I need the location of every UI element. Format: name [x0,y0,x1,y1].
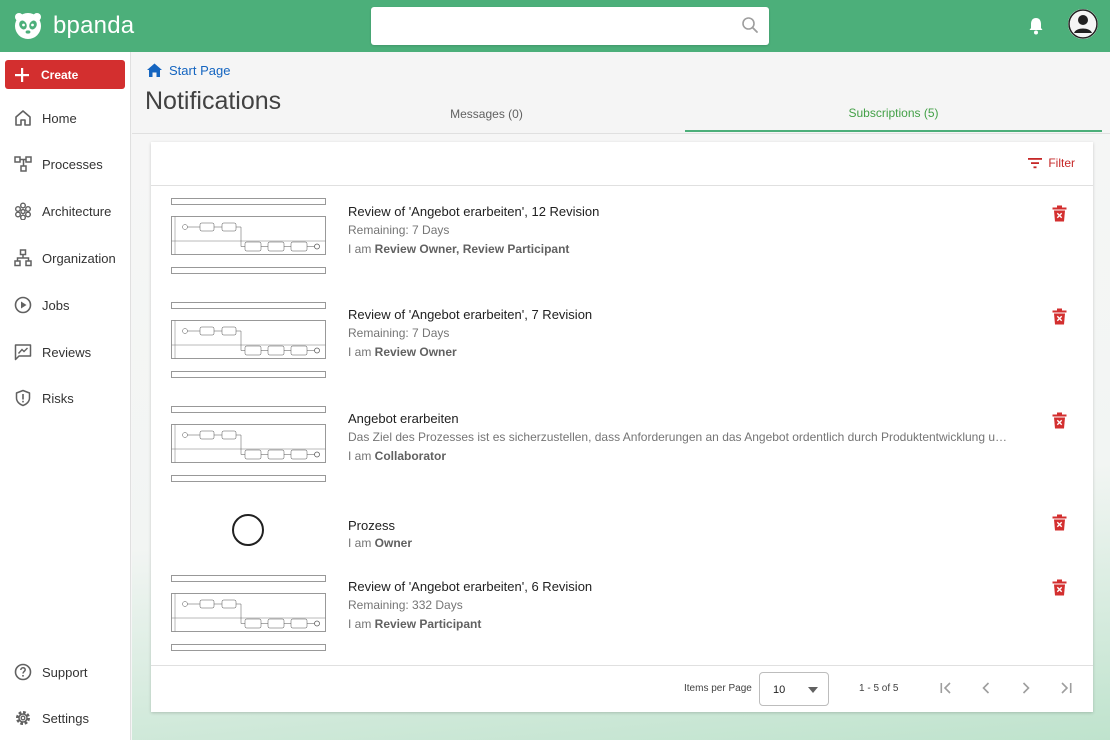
reviews-icon [14,344,32,361]
filter-icon [1028,158,1043,169]
role-names: Review Participant [374,617,482,631]
tab-messages[interactable]: Messages (0) [288,96,685,132]
empty-process-thumbnail [232,514,264,546]
risks-icon [15,389,31,407]
delete-icon[interactable] [1052,205,1067,222]
sidebar-item-label: Support [42,664,88,680]
sidebar-item-label: Architecture [42,203,112,219]
sidebar: Create Home Processes Architecture Organ… [0,52,131,740]
role-names: Review Owner [374,345,457,359]
sidebar-item-label: Jobs [42,297,70,313]
panda-logo-icon [15,13,41,39]
sidebar-item-label: Settings [42,710,89,726]
filter-button[interactable]: Filter [1028,156,1075,170]
home-icon [15,110,31,126]
items-per-page-label: Items per Page [684,683,752,694]
sidebar-item-reviews[interactable]: Reviews [0,337,130,367]
sidebar-item-jobs[interactable]: Jobs [0,290,130,320]
notification-title[interactable]: Review of 'Angebot erarbeiten', 7 Revisi… [348,307,1013,322]
role-names: Collaborator [374,449,447,463]
notifications-bell-icon[interactable] [1027,16,1045,36]
notifications-card: Filter Review of 'Angebot erarbeiten', 1… [151,142,1093,712]
notification-role: I am Collaborator [348,449,447,463]
delete-icon[interactable] [1052,579,1067,596]
notification-role: I am Review Owner [348,345,457,359]
search-box[interactable] [371,7,769,45]
sidebar-item-label: Organization [42,250,116,266]
sidebar-item-label: Reviews [42,344,92,360]
card-divider [151,185,1093,186]
support-icon [14,663,32,681]
notification-title[interactable]: Prozess [348,518,1013,533]
app-logo[interactable]: bpanda [14,12,134,40]
create-button[interactable]: Create [5,60,125,89]
create-label: Create [41,67,79,82]
notification-title[interactable]: Review of 'Angebot erarbeiten', 6 Revisi… [348,579,1013,594]
first-page-icon[interactable] [938,680,954,696]
notification-role: I am Review Participant [348,617,482,631]
search-icon[interactable] [741,16,759,34]
tab-bar: Messages (0) Subscriptions (5) [288,96,1102,134]
process-diagram-thumbnail [171,302,326,378]
sidebar-item-label: Processes [42,156,103,172]
sidebar-item-support[interactable]: Support [0,657,130,687]
notification-role: I am Owner [348,536,413,550]
pagination-range: 1 - 5 of 5 [859,683,899,694]
top-bar: bpanda [0,0,1110,52]
process-diagram-thumbnail [171,406,326,482]
jobs-icon [14,296,32,314]
settings-icon [16,711,30,725]
breadcrumb-link[interactable]: Start Page [169,63,230,78]
sidebar-item-settings[interactable]: Settings [0,703,130,733]
sidebar-item-label: Home [42,110,77,126]
previous-page-icon[interactable] [978,680,994,696]
user-icon [1068,9,1098,39]
user-avatar[interactable] [1068,9,1098,39]
notification-title[interactable]: Review of 'Angebot erarbeiten', 12 Revis… [348,204,1013,219]
app-name: bpanda [53,12,135,39]
pagination-divider [151,665,1093,666]
plus-icon [15,67,29,82]
sidebar-item-processes[interactable]: Processes [0,149,130,179]
page-title: Notifications [145,87,282,115]
organization-icon [14,249,32,267]
tabs-divider [132,133,1110,134]
sidebar-item-home[interactable]: Home [0,103,130,133]
sidebar-item-risks[interactable]: Risks [0,383,130,413]
items-per-page-select[interactable]: 10 [759,672,829,706]
notification-title[interactable]: Angebot erarbeiten [348,411,1013,426]
delete-icon[interactable] [1052,412,1067,429]
delete-icon[interactable] [1052,308,1067,325]
tab-subscriptions[interactable]: Subscriptions (5) [685,96,1102,132]
search-input[interactable] [381,7,721,43]
sidebar-item-organization[interactable]: Organization [0,243,130,273]
process-diagram-thumbnail [171,575,326,651]
processes-icon [14,156,32,172]
dropdown-arrow-icon [808,687,818,693]
notification-subtitle: Remaining: 332 Days [348,598,463,612]
last-page-icon[interactable] [1058,680,1074,696]
next-page-icon[interactable] [1018,680,1034,696]
breadcrumb[interactable]: Start Page [146,62,230,79]
notification-subtitle: Das Ziel des Prozesses ist es sicherzust… [348,430,1008,444]
architecture-icon [15,202,31,220]
notification-subtitle: Remaining: 7 Days [348,223,450,237]
notification-subtitle: Remaining: 7 Days [348,326,450,340]
process-diagram-thumbnail [171,198,326,274]
notification-role: I am Review Owner, Review Participant [348,242,570,256]
items-per-page-value: 10 [773,684,786,696]
sidebar-item-label: Risks [42,390,74,406]
filter-label: Filter [1048,156,1075,170]
role-names: Review Owner, Review Participant [374,242,570,256]
delete-icon[interactable] [1052,514,1067,531]
sidebar-item-architecture[interactable]: Architecture [0,196,130,226]
home-icon [147,63,162,77]
role-names: Owner [374,536,413,550]
